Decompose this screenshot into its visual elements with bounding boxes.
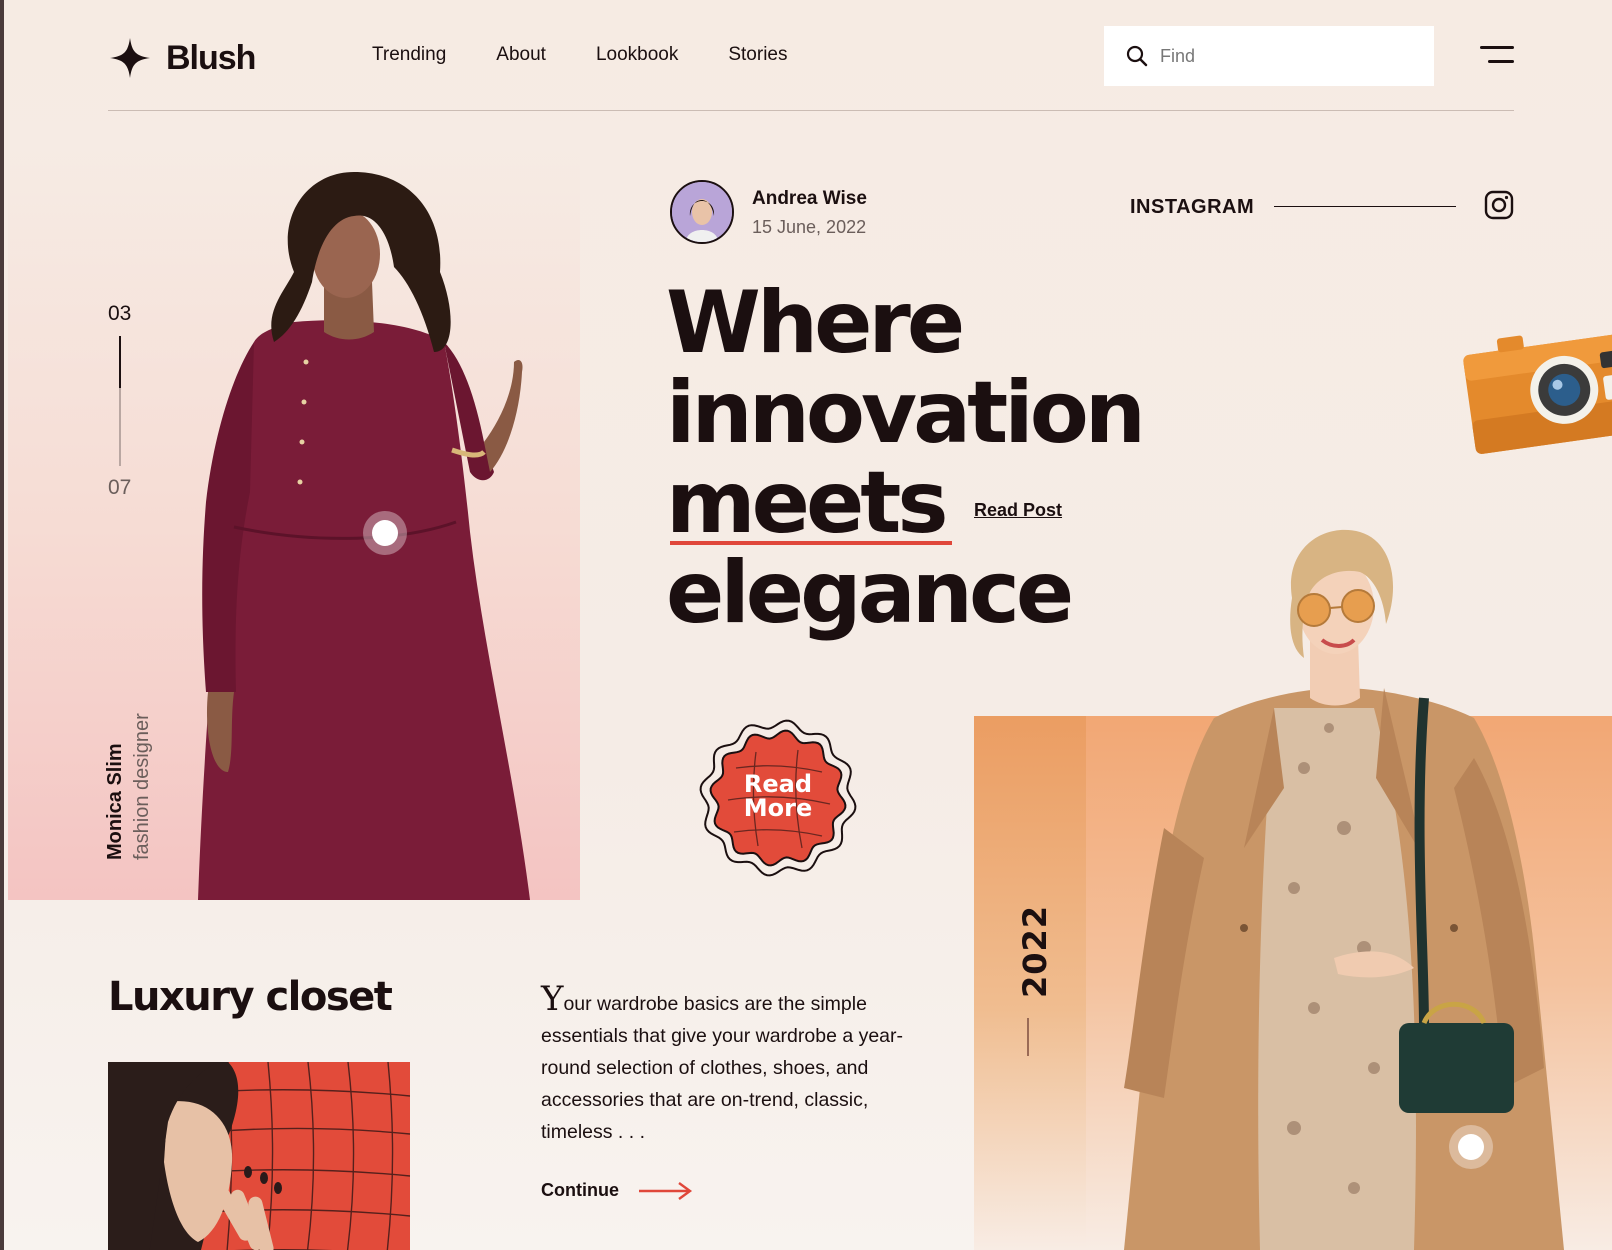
product-hotspot-bag[interactable] (1449, 1125, 1493, 1169)
headline-line-2: innovation (666, 363, 1146, 463)
year-divider (1027, 1018, 1029, 1056)
brand-name: Blush (166, 38, 256, 77)
designer-role: fashion designer (131, 713, 153, 860)
search-icon (1126, 45, 1148, 67)
slide-counter-current: 03 (108, 302, 132, 325)
year-label: 2022 (1016, 904, 1054, 998)
headline-line-4: elegance (666, 543, 1074, 643)
read-more-line-2: More (743, 794, 813, 822)
sparkle-logo-icon (110, 38, 150, 78)
model-photo-camel-coat (1124, 529, 1564, 1250)
body-text: our wardrobe basics are the simple essen… (541, 993, 904, 1143)
headline-line-3: meets (666, 453, 949, 553)
headline-line-1: Where (666, 273, 965, 373)
designer-name: Monica Slim (104, 743, 126, 860)
hero-headline: Where innovation meets elegance (666, 273, 1146, 643)
instagram-icon[interactable] (1484, 190, 1514, 220)
slide-progress-line (119, 336, 121, 466)
nav-stories[interactable]: Stories (728, 44, 787, 66)
continue-label: Continue (541, 1180, 619, 1200)
slide-counter-total: 07 (108, 476, 132, 499)
search-box (1104, 26, 1434, 86)
author-avatar[interactable] (670, 180, 734, 244)
post-date: 15 June, 2022 (752, 217, 867, 237)
author-name: Andrea Wise (752, 188, 867, 209)
instagram-label: INSTAGRAM (1130, 196, 1255, 218)
headline-accent-underline (670, 541, 952, 545)
page: Blush Trending About Lookbook Stories 03… (0, 0, 1612, 1250)
nav-lookbook[interactable]: Lookbook (596, 44, 678, 66)
main-nav: Trending About Lookbook Stories (372, 44, 788, 66)
search-input[interactable] (1160, 45, 1400, 67)
read-more-label[interactable]: Read More (698, 772, 858, 820)
continue-link[interactable]: Continue (541, 1180, 693, 1201)
brand-logo[interactable]: Blush (108, 36, 256, 80)
body-drop-cap: Y (541, 979, 564, 1019)
nav-about[interactable]: About (496, 44, 546, 66)
arrow-right-icon (639, 1181, 693, 1200)
read-post-link[interactable]: Read Post (974, 500, 1062, 521)
luxury-closet-photo (108, 1062, 410, 1250)
hamburger-menu-icon[interactable] (1480, 44, 1514, 68)
designer-caption: Monica Slim fashion designer (104, 713, 154, 860)
author-avatar-image (672, 182, 732, 242)
section-title: Luxury closet (108, 974, 393, 1020)
section-body: Your wardrobe basics are the simple esse… (541, 982, 911, 1148)
nav-trending[interactable]: Trending (372, 44, 446, 66)
read-more-line-1: Read (743, 770, 813, 798)
header-divider (108, 110, 1514, 111)
instagram-divider (1274, 206, 1456, 207)
product-hotspot-dress[interactable] (363, 511, 407, 555)
camera-icon (1463, 333, 1612, 454)
luxury-closet-image[interactable] (108, 1062, 410, 1250)
